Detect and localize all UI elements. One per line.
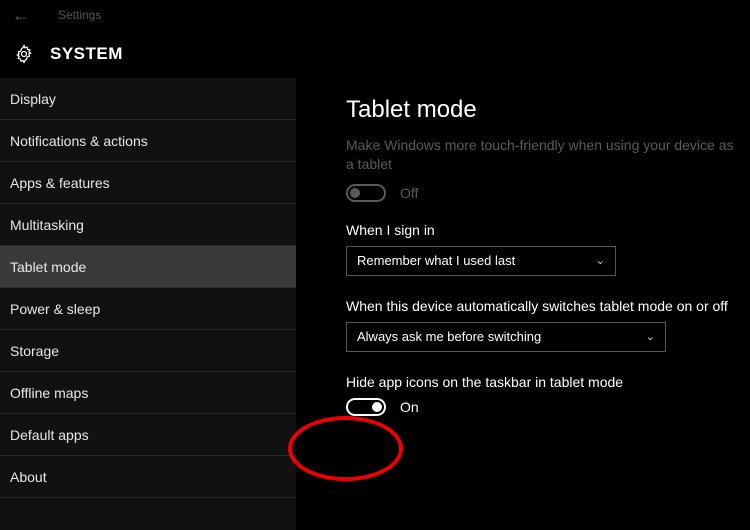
sidebar-item-display[interactable]: Display <box>0 78 296 120</box>
sidebar-item-apps[interactable]: Apps & features <box>0 162 296 204</box>
tablet-mode-toggle-label: Off <box>400 185 418 201</box>
signin-select-value: Remember what I used last <box>357 253 515 268</box>
switch-select-value: Always ask me before switching <box>357 329 541 344</box>
hide-icons-toggle[interactable] <box>346 398 386 416</box>
section-title: SYSTEM <box>50 44 123 64</box>
sidebar-item-about[interactable]: About <box>0 456 296 498</box>
annotation-ellipse <box>288 416 403 481</box>
main-panel: Tablet mode Make Windows more touch-frie… <box>296 78 750 530</box>
hide-icons-toggle-label: On <box>400 399 419 415</box>
tablet-mode-toggle <box>346 184 386 202</box>
page-subtitle: Make Windows more touch-friendly when us… <box>346 136 736 174</box>
chevron-down-icon: ⌄ <box>596 254 605 267</box>
sidebar-item-power[interactable]: Power & sleep <box>0 288 296 330</box>
app-title: Settings <box>58 8 101 22</box>
sidebar-item-offline-maps[interactable]: Offline maps <box>0 372 296 414</box>
sidebar-item-multitasking[interactable]: Multitasking <box>0 204 296 246</box>
sidebar-item-storage[interactable]: Storage <box>0 330 296 372</box>
sidebar: Display Notifications & actions Apps & f… <box>0 78 296 530</box>
switch-label: When this device automatically switches … <box>346 298 750 314</box>
gear-icon <box>12 42 36 66</box>
signin-label: When I sign in <box>346 222 750 238</box>
signin-select[interactable]: Remember what I used last ⌄ <box>346 246 616 276</box>
sidebar-item-tablet-mode[interactable]: Tablet mode <box>0 246 296 288</box>
sidebar-item-notifications[interactable]: Notifications & actions <box>0 120 296 162</box>
hide-icons-label: Hide app icons on the taskbar in tablet … <box>346 374 750 390</box>
sidebar-item-default-apps[interactable]: Default apps <box>0 414 296 456</box>
back-icon[interactable]: ← <box>12 5 36 26</box>
page-title: Tablet mode <box>346 96 750 124</box>
switch-select[interactable]: Always ask me before switching ⌄ <box>346 322 666 352</box>
chevron-down-icon: ⌄ <box>646 330 655 343</box>
